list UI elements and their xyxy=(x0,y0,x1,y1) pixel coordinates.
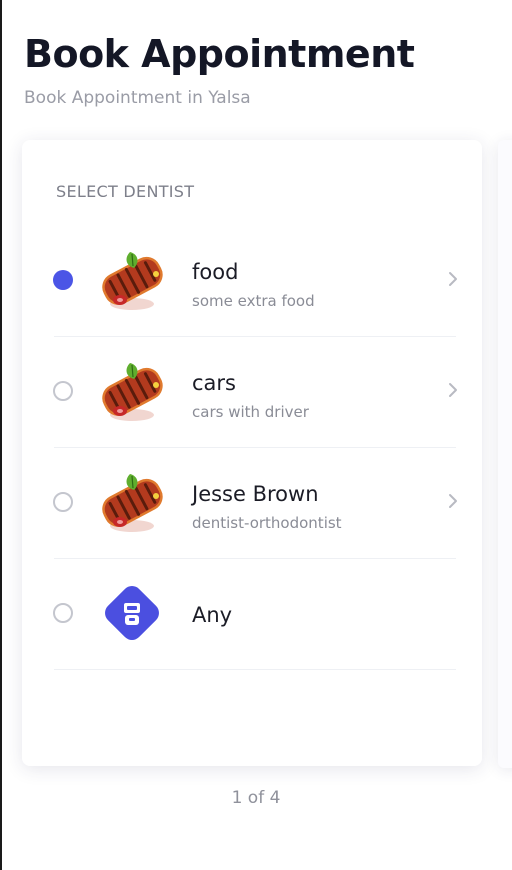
radio-button-selected[interactable] xyxy=(53,270,73,290)
chevron-right-icon[interactable] xyxy=(446,379,460,401)
dentist-option-any[interactable]: Any xyxy=(22,559,482,670)
dentist-selection-card: SELECT DENTIST food some extra food cars… xyxy=(22,140,482,766)
radio-button[interactable] xyxy=(53,381,73,401)
radio-button[interactable] xyxy=(53,603,73,623)
option-title: Jesse Brown xyxy=(192,482,319,506)
page-title: Book Appointment xyxy=(24,32,415,76)
left-edge-border xyxy=(0,0,2,870)
option-title: food xyxy=(192,260,239,284)
dentist-option-jesse-brown[interactable]: Jesse Brown dentist-orthodontist xyxy=(22,448,482,559)
dentist-option-cars[interactable]: cars cars with driver xyxy=(22,337,482,448)
grilled-food-icon xyxy=(102,363,163,421)
page-indicator: 1 of 4 xyxy=(231,788,281,808)
chevron-right-icon[interactable] xyxy=(446,268,460,290)
page-subtitle: Book Appointment in Yalsa xyxy=(24,88,251,108)
option-title: cars xyxy=(192,371,236,395)
dentist-option-food[interactable]: food some extra food xyxy=(22,226,482,337)
option-subtitle: cars with driver xyxy=(192,403,309,421)
radio-button[interactable] xyxy=(53,492,73,512)
next-card-peek[interactable] xyxy=(498,140,512,768)
option-subtitle: some extra food xyxy=(192,292,315,310)
any-dentist-icon xyxy=(105,586,159,640)
section-label: SELECT DENTIST xyxy=(56,182,195,201)
row-divider xyxy=(54,669,456,670)
grilled-food-icon xyxy=(102,474,163,532)
grilled-food-icon xyxy=(102,252,163,310)
option-subtitle: dentist-orthodontist xyxy=(192,514,342,532)
option-title: Any xyxy=(192,603,233,627)
chevron-right-icon[interactable] xyxy=(446,490,460,512)
